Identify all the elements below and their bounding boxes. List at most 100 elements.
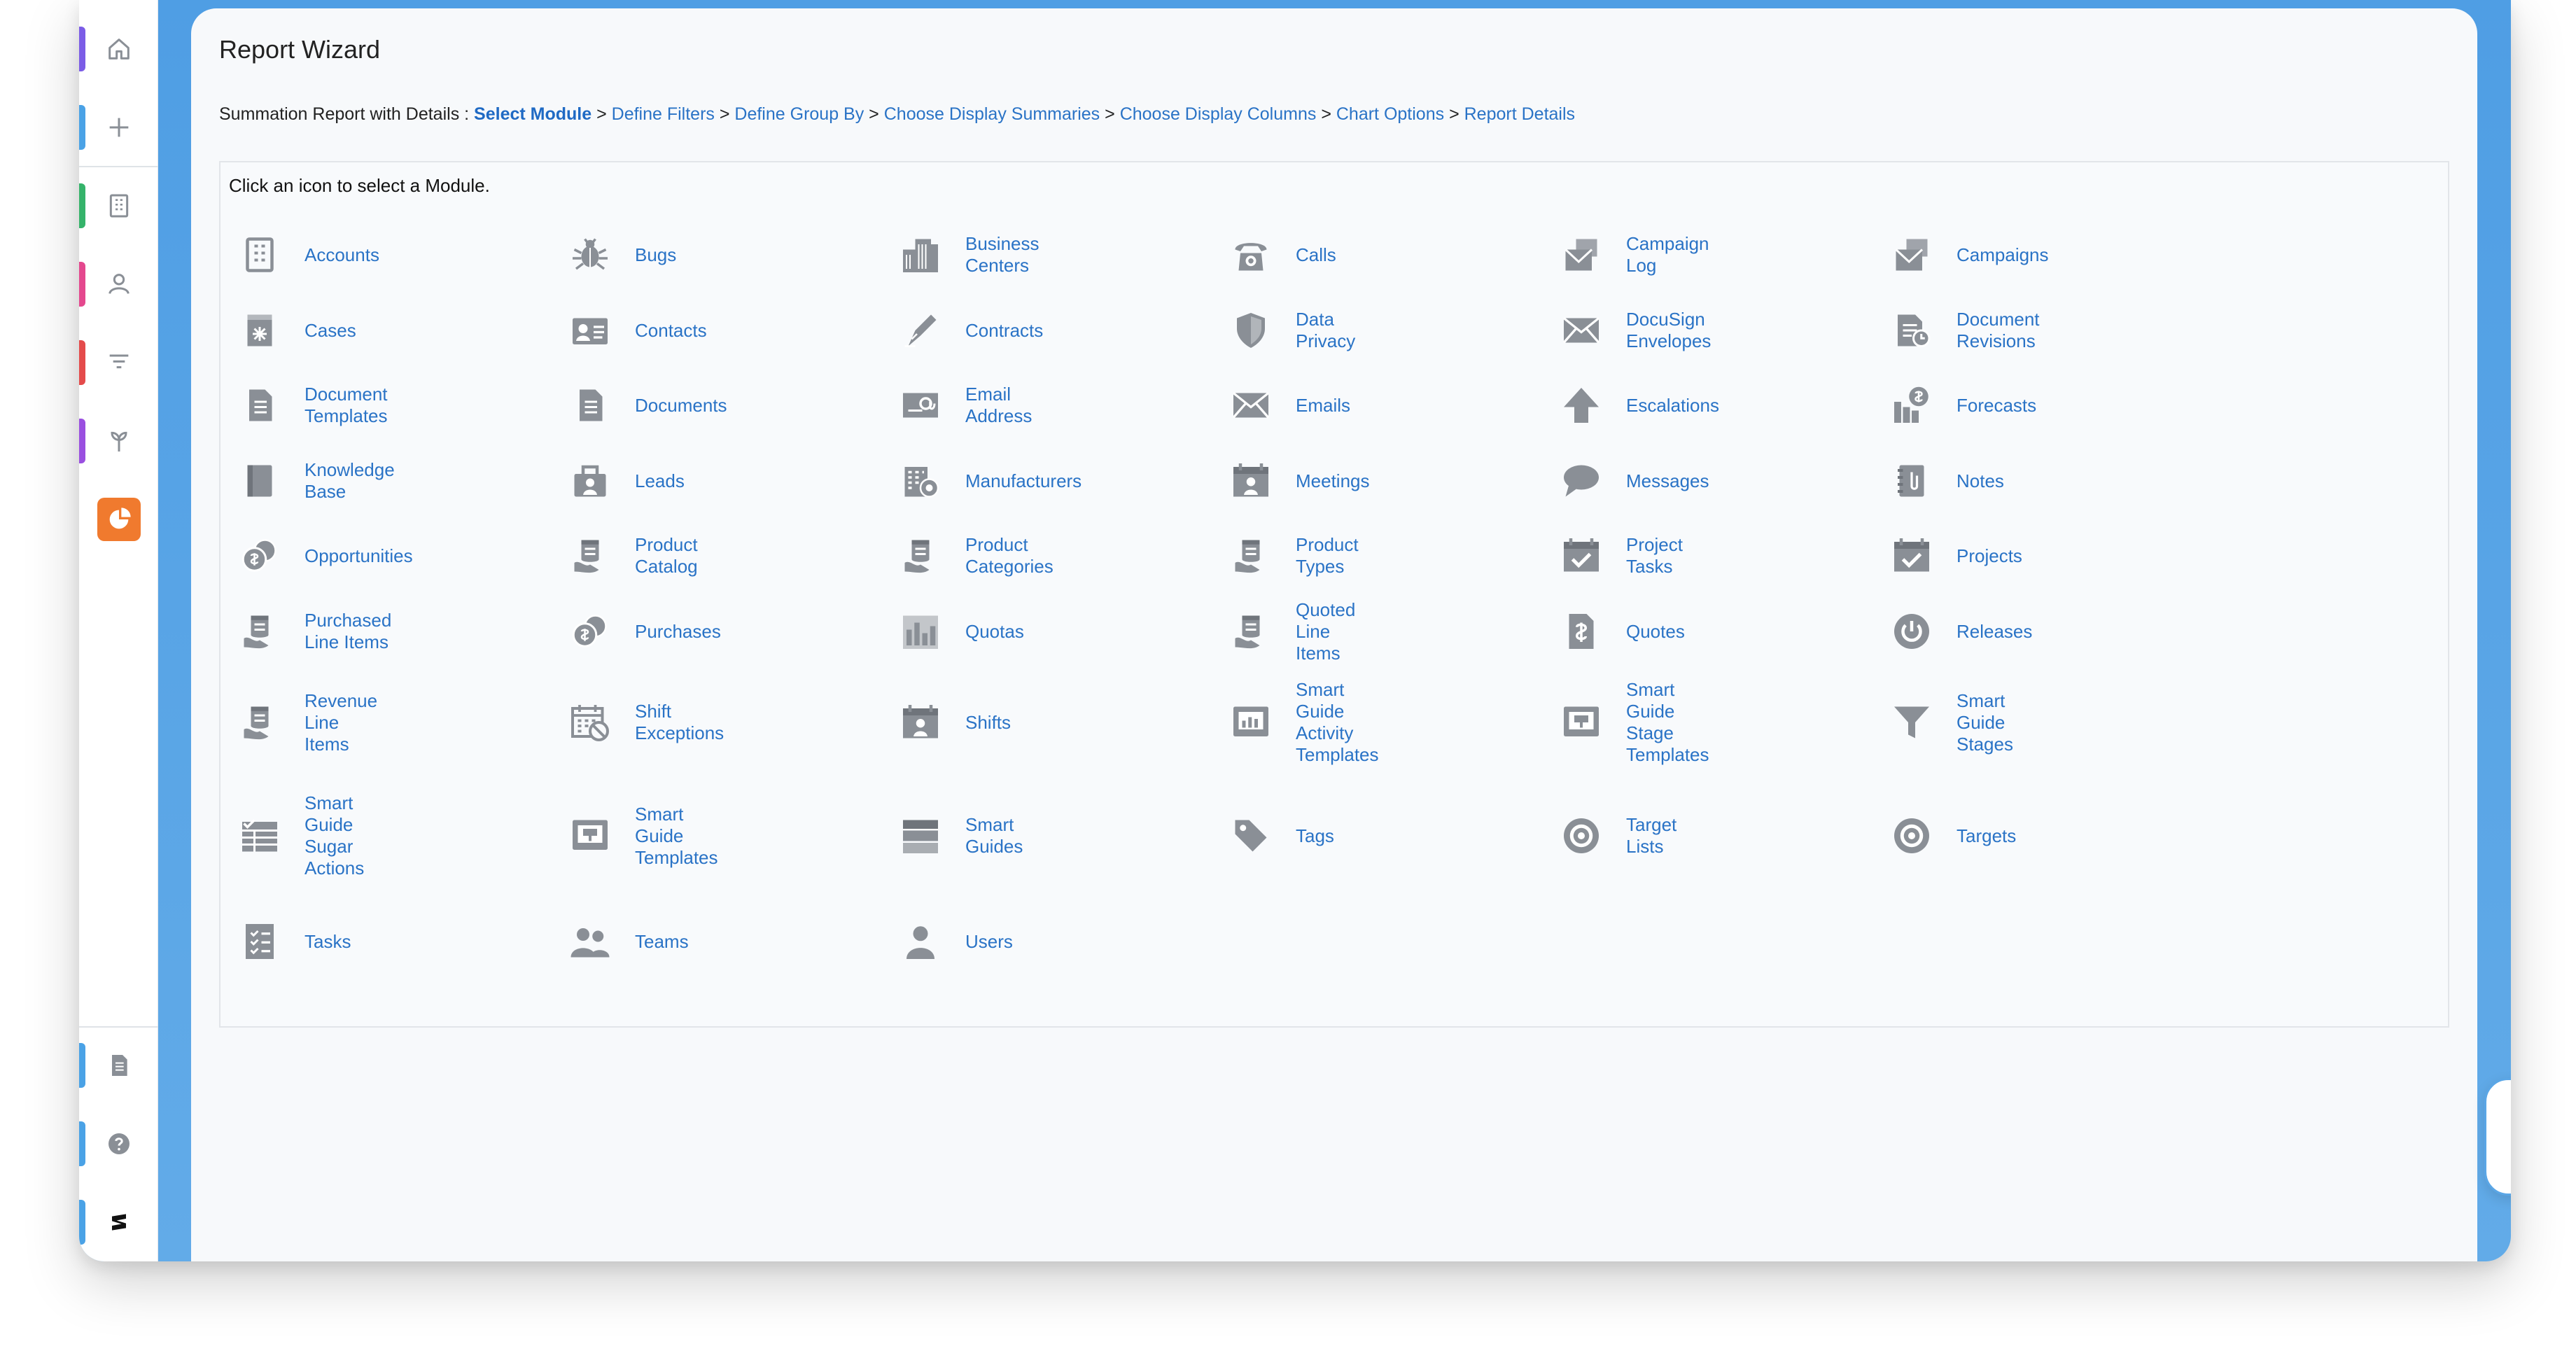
module-quotas[interactable]: Quotas <box>895 596 1224 666</box>
module-data-privacy[interactable]: Data Privacy <box>1226 295 1555 365</box>
sidebar-item-sugar[interactable] <box>79 1187 158 1257</box>
module-tasks[interactable]: Tasks <box>234 906 564 976</box>
module-targets[interactable]: Targets <box>1886 801 2216 871</box>
sidebar-item-accounts[interactable] <box>79 171 158 241</box>
module-label[interactable]: Product Types <box>1296 534 1359 578</box>
module-escalations[interactable]: Escalations <box>1556 370 1885 440</box>
wizard-step-choose-display-summaries[interactable]: Choose Display Summaries <box>884 104 1100 124</box>
module-label[interactable]: Shifts <box>965 712 1011 734</box>
module-shift-exceptions[interactable]: Shift Exceptions <box>565 687 894 757</box>
book-icon[interactable] <box>234 456 285 506</box>
module-label[interactable]: Targets <box>1956 825 2016 847</box>
notebook-icon[interactable] <box>1886 456 1937 506</box>
power-icon[interactable] <box>1886 606 1937 657</box>
briefcase-person-icon[interactable] <box>565 456 615 506</box>
module-contacts[interactable]: Contacts <box>565 295 894 365</box>
sidebar-item-opportunities[interactable] <box>79 406 158 476</box>
product-icon[interactable] <box>234 697 285 748</box>
module-smart-guides[interactable]: Smart Guides <box>895 801 1224 871</box>
contact-card-icon[interactable] <box>565 305 615 356</box>
module-label[interactable]: Revenue Line Items <box>304 690 377 755</box>
module-label[interactable]: Contacts <box>635 320 707 342</box>
monitor-icon[interactable] <box>565 811 615 861</box>
wizard-step-choose-display-columns[interactable]: Choose Display Columns <box>1120 104 1317 124</box>
module-label[interactable]: Shift Exceptions <box>635 701 724 744</box>
module-label[interactable]: Document Revisions <box>1956 309 2040 352</box>
module-teams[interactable]: Teams <box>565 906 894 976</box>
module-label[interactable]: Quotes <box>1626 621 1685 643</box>
document-icon[interactable] <box>234 380 285 430</box>
calendar-person-icon[interactable] <box>1226 456 1276 506</box>
team-icon[interactable] <box>565 916 615 967</box>
product-icon[interactable] <box>234 606 285 657</box>
coins-icon[interactable] <box>565 606 615 657</box>
module-documents[interactable]: Documents <box>565 370 894 440</box>
layers-icon[interactable] <box>895 811 946 861</box>
module-label[interactable]: Emails <box>1296 395 1350 416</box>
sidebar-item-contacts[interactable] <box>79 249 158 319</box>
module-knowledge-base[interactable]: Knowledge Base <box>234 446 564 516</box>
module-opportunities[interactable]: Opportunities <box>234 521 564 591</box>
module-campaign-log[interactable]: Campaign Log <box>1556 220 1885 290</box>
module-label[interactable]: Bugs <box>635 244 676 266</box>
module-label[interactable]: Product Categories <box>965 534 1054 578</box>
calendar-check-icon[interactable] <box>1886 531 1937 581</box>
office-buildings-icon[interactable] <box>895 230 946 280</box>
forecast-icon[interactable] <box>1886 380 1937 430</box>
module-label[interactable]: Escalations <box>1626 395 1719 416</box>
product-icon[interactable] <box>895 531 946 581</box>
monitor-icon[interactable] <box>1556 697 1606 748</box>
ai-assistant-button[interactable] <box>2484 1078 2511 1196</box>
arrow-up-icon[interactable] <box>1556 380 1606 430</box>
target-icon[interactable] <box>1886 811 1937 861</box>
module-email-address[interactable]: Email Address <box>895 370 1224 440</box>
module-label[interactable]: Target Lists <box>1626 814 1676 858</box>
bug-icon[interactable] <box>565 230 615 280</box>
module-label[interactable]: DocuSign Envelopes <box>1626 309 1711 352</box>
module-label[interactable]: Smart Guides <box>965 814 1023 858</box>
module-forecasts[interactable]: Forecasts <box>1886 370 2216 440</box>
module-label[interactable]: Releases <box>1956 621 2032 643</box>
building-icon[interactable] <box>234 230 285 280</box>
module-purchases[interactable]: Purchases <box>565 596 894 666</box>
module-label[interactable]: Campaigns <box>1956 244 2049 266</box>
calendar-person-icon[interactable] <box>895 697 946 748</box>
module-label[interactable]: Business Centers <box>965 233 1040 276</box>
phone-icon[interactable] <box>1226 230 1276 280</box>
module-document-templates[interactable]: Document Templates <box>234 370 564 440</box>
shield-icon[interactable] <box>1226 305 1276 356</box>
module-leads[interactable]: Leads <box>565 446 894 516</box>
calendar-check-icon[interactable] <box>1556 531 1606 581</box>
module-label[interactable]: Users <box>965 931 1013 953</box>
module-label[interactable]: Smart Guide Stages <box>1956 690 2013 755</box>
module-label[interactable]: Tasks <box>304 931 351 953</box>
module-purchased-line-items[interactable]: Purchased Line Items <box>234 596 564 666</box>
module-project-tasks[interactable]: Project Tasks <box>1556 521 1885 591</box>
funnel-icon[interactable] <box>1886 697 1937 748</box>
module-label[interactable]: Email Address <box>965 384 1032 427</box>
module-smart-guide-activity-templates[interactable]: Smart Guide Activity Templates <box>1226 679 1555 765</box>
target-icon[interactable] <box>1556 811 1606 861</box>
module-smart-guide-stages[interactable]: Smart Guide Stages <box>1886 687 2216 757</box>
case-icon[interactable] <box>234 305 285 356</box>
product-icon[interactable] <box>1226 531 1276 581</box>
module-label[interactable]: Smart Guide Sugar Actions <box>304 792 364 879</box>
module-label[interactable]: Purchases <box>635 621 721 643</box>
sidebar-item-create[interactable] <box>79 92 158 162</box>
module-document-revisions[interactable]: Document Revisions <box>1886 295 2216 365</box>
product-icon[interactable] <box>565 531 615 581</box>
module-releases[interactable]: Releases <box>1886 596 2216 666</box>
module-label[interactable]: Purchased Line Items <box>304 610 391 653</box>
calendar-no-icon[interactable] <box>565 697 615 748</box>
envelope-icon[interactable] <box>1226 380 1276 430</box>
checklist-icon[interactable] <box>234 916 285 967</box>
module-projects[interactable]: Projects <box>1886 521 2216 591</box>
wizard-step-define-group-by[interactable]: Define Group By <box>734 104 864 124</box>
module-label[interactable]: Product Catalog <box>635 534 698 578</box>
module-business-centers[interactable]: Business Centers <box>895 220 1224 290</box>
module-target-lists[interactable]: Target Lists <box>1556 801 1885 871</box>
module-label[interactable]: Campaign Log <box>1626 233 1709 276</box>
email-address-icon[interactable] <box>895 380 946 430</box>
table-icon[interactable] <box>234 811 285 861</box>
module-label[interactable]: Document Templates <box>304 384 388 427</box>
